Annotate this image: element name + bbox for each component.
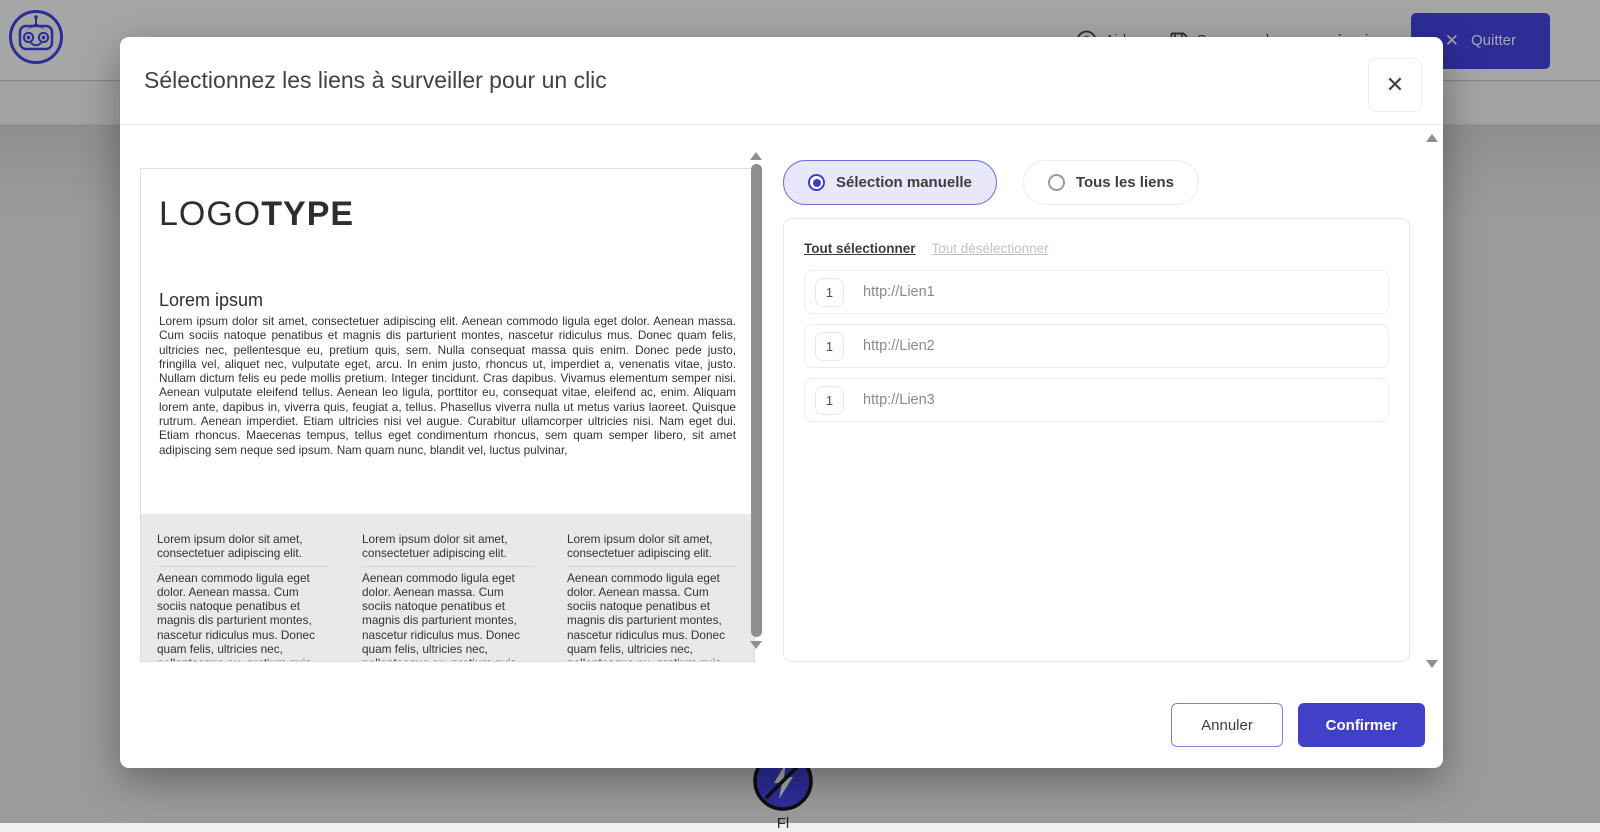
link-list-item[interactable]: 1 http://Lien2: [804, 324, 1389, 368]
link-selection-dialog: Sélectionnez les liens à surveiller pour…: [120, 37, 1443, 768]
cancel-button[interactable]: Annuler: [1171, 703, 1283, 747]
scrollbar-thumb[interactable]: [751, 164, 762, 637]
preview-column-body: Aenean commodo ligula eget dolor. Aenean…: [362, 571, 533, 661]
dialog-footer: Annuler Confirmer: [120, 692, 1443, 768]
logotype-bold: TYPE: [261, 195, 354, 233]
links-bulk-actions: Tout sélectionner Tout désélectionner: [784, 219, 1409, 270]
manual-selection-label: Sélection manuelle: [836, 174, 972, 191]
dialog-title: Sélectionnez les liens à surveiller pour…: [144, 67, 607, 94]
all-links-label: Tous les liens: [1076, 174, 1174, 191]
email-preview-content: LOGOTYPE Lorem ipsum Lorem ipsum dolor s…: [141, 169, 754, 457]
preview-footer-section: Lorem ipsum dolor sit amet, consectetuer…: [141, 514, 754, 661]
preview-column: Lorem ipsum dolor sit amet, consectetuer…: [567, 532, 738, 661]
preview-column-intro: Lorem ipsum dolor sit amet, consectetuer…: [362, 532, 533, 567]
link-count-badge: 1: [815, 278, 844, 307]
preview-paragraph: Lorem ipsum dolor sit amet, consectetuer…: [159, 314, 736, 457]
radio-unchecked-icon: [1048, 174, 1065, 191]
links-panel: Tout sélectionner Tout désélectionner 1 …: [783, 218, 1410, 662]
preview-column-body: Aenean commodo ligula eget dolor. Aenean…: [157, 571, 328, 661]
email-preview-pane: LOGOTYPE Lorem ipsum Lorem ipsum dolor s…: [140, 168, 755, 662]
dialog-header: Sélectionnez les liens à surveiller pour…: [120, 37, 1443, 125]
selection-mode-group: Sélection manuelle Tous les liens: [783, 160, 1199, 205]
scroll-up-icon[interactable]: [750, 152, 762, 160]
link-url: http://Lien1: [863, 284, 935, 300]
dialog-body: LOGOTYPE Lorem ipsum Lorem ipsum dolor s…: [120, 125, 1443, 768]
preview-column-intro: Lorem ipsum dolor sit amet, consectetuer…: [567, 532, 738, 567]
close-icon: ✕: [1386, 72, 1404, 98]
preview-logotype: LOGOTYPE: [159, 195, 736, 234]
preview-heading: Lorem ipsum: [159, 290, 736, 311]
preview-column-intro: Lorem ipsum dolor sit amet, consectetuer…: [157, 532, 328, 567]
select-all-link[interactable]: Tout sélectionner: [804, 241, 916, 256]
preview-column: Lorem ipsum dolor sit amet, consectetuer…: [362, 532, 533, 661]
deselect-all-link[interactable]: Tout désélectionner: [932, 241, 1049, 256]
link-list-item[interactable]: 1 http://Lien1: [804, 270, 1389, 314]
preview-scrollbar[interactable]: [749, 152, 763, 663]
link-count-badge: 1: [815, 386, 844, 415]
manual-selection-radio[interactable]: Sélection manuelle: [783, 160, 997, 205]
link-count-badge: 1: [815, 332, 844, 361]
dialog-scroll-up-icon[interactable]: [1426, 134, 1438, 142]
preview-column-body: Aenean commodo ligula eget dolor. Aenean…: [567, 571, 738, 661]
link-list-item[interactable]: 1 http://Lien3: [804, 378, 1389, 422]
all-links-radio[interactable]: Tous les liens: [1023, 160, 1199, 205]
logotype-regular: LOGO: [159, 195, 261, 233]
radio-checked-icon: [808, 174, 825, 191]
preview-column: Lorem ipsum dolor sit amet, consectetuer…: [157, 532, 328, 661]
scroll-down-icon[interactable]: [750, 641, 762, 649]
dialog-scroll-down-icon[interactable]: [1426, 660, 1438, 668]
link-url: http://Lien3: [863, 392, 935, 408]
confirm-button[interactable]: Confirmer: [1298, 703, 1425, 747]
close-button[interactable]: ✕: [1368, 58, 1422, 112]
link-url: http://Lien2: [863, 338, 935, 354]
